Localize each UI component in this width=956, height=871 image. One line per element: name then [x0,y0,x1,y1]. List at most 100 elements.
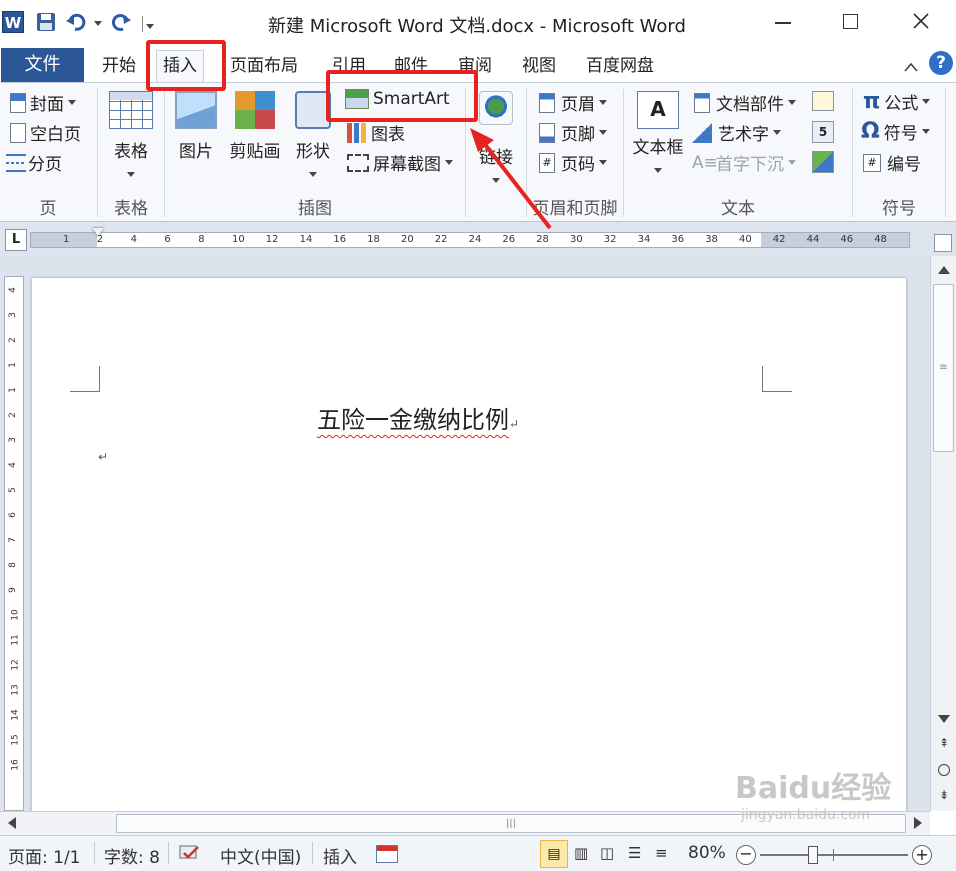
vertical-ruler-tick-label: 4 [7,462,18,468]
date-time-icon[interactable]: 5 [812,121,834,143]
quick-parts-label: 文档部件 [716,95,784,115]
ruler-tick-label: 12 [265,234,279,245]
tab-view-label: 视图 [522,56,556,76]
proofing-icon[interactable] [178,844,202,864]
group-illustrations-label: 插图 [298,199,332,219]
draft-view-icon[interactable]: ≡ [655,844,668,862]
browse-object-icon[interactable] [938,764,950,776]
screenshot-label: 屏幕截图 [373,155,441,175]
zoom-slider-thumb[interactable] [808,846,818,864]
header-button[interactable]: 页眉 [539,90,607,115]
tab-selector-icon[interactable]: L [5,229,27,251]
next-page-icon[interactable]: ⇟ [939,788,949,802]
web-layout-icon[interactable]: ◫ [600,844,614,862]
ruler-tick-label: 40 [739,234,752,245]
picture-button[interactable]: 图片 [172,91,220,162]
zoom-out-icon[interactable]: − [736,845,756,865]
wordart-label: 艺术字 [718,125,769,145]
tab-view[interactable]: 视图 [516,52,562,80]
tab-file[interactable]: 文件 [1,48,84,82]
wordart-button[interactable]: 艺术字 [692,120,781,145]
vertical-scrollbar[interactable]: ≡ ⇞ ⇟ [930,256,956,811]
zoom-in-icon[interactable]: + [912,845,932,865]
scroll-thumb[interactable]: ≡ [933,284,954,452]
undo-dropdown-icon[interactable] [94,21,102,26]
qat-customize-icon[interactable] [142,16,154,32]
vertical-ruler[interactable]: 4 3 2 1 1 2 3 4 5 6 7 8 9 10 11 12 13 14 15 16 [4,276,24,811]
quick-parts-button[interactable]: 文档部件 [694,90,796,115]
vertical-ruler-tick-label: 15 [10,734,21,746]
undo-icon[interactable] [66,12,88,32]
ruler-tick-label: 44 [806,234,820,245]
screenshot-icon [347,153,369,172]
scroll-down-icon[interactable] [938,715,950,723]
vertical-ruler-tick-label: 4 [7,287,18,293]
picture-icon [175,91,217,129]
zoom-slider[interactable] [760,854,908,856]
status-insert-mode[interactable]: 插入 [323,843,357,868]
minimize-icon[interactable] [775,22,791,24]
number-button[interactable]: # 编号 [863,150,921,175]
print-layout-view-icon[interactable]: ▤ [540,840,568,868]
header-icon [539,92,555,113]
insert-object-icon[interactable] [812,151,834,173]
indent-marker-icon[interactable] [92,228,104,236]
macro-record-icon[interactable] [376,845,398,863]
previous-page-icon[interactable]: ⇞ [939,736,949,750]
textbox-button[interactable]: A 文本框 [628,91,688,177]
tab-home[interactable]: 开始 [96,52,142,80]
ribbon-collapse-icon[interactable] [904,58,918,72]
vertical-ruler-tick-label: 12 [10,659,21,671]
table-button[interactable]: 表格 [106,91,156,191]
symbol-button[interactable]: Ω 符号 [861,119,930,144]
clipart-icon [235,91,275,129]
status-page-count[interactable]: 页面: 1/1 [8,843,81,868]
chart-button[interactable]: 图表 [347,120,405,145]
symbol-label: 符号 [883,124,918,144]
ribbon-separator [945,89,946,217]
signature-line-icon[interactable] [812,91,834,111]
scroll-left-icon[interactable] [8,817,16,829]
equation-button[interactable]: π 公式 [863,89,931,114]
redo-icon[interactable] [110,12,132,32]
scroll-right-icon[interactable] [914,817,922,829]
clipart-button-label: 剪贴画 [229,142,281,162]
highlight-smartart [326,70,478,122]
ruler-tick-label: 38 [705,234,718,245]
highlight-insert-tab [146,40,226,91]
vertical-ruler-tick-label: 1 [7,362,18,368]
number-icon: # [863,153,881,172]
status-word-count[interactable]: 字数: 8 [104,843,160,868]
ruler-tick-label: 22 [434,234,448,245]
save-icon[interactable] [36,12,56,32]
group-text-label: 文本 [721,199,755,219]
close-icon[interactable] [910,10,932,32]
document-heading[interactable]: 五险一金缴纳比例↵ [317,400,519,435]
status-zoom-level[interactable]: 80% [688,843,726,863]
word-app-icon[interactable]: W [2,11,24,33]
ruler-tick-label: 48 [874,234,887,245]
help-icon[interactable]: ? [929,51,953,75]
maximize-icon[interactable] [843,14,858,29]
window-title: 新建 Microsoft Word 文档.docx - Microsoft Wo… [268,16,686,37]
table-button-label: 表格 [114,142,148,162]
blank-page-button[interactable]: 空白页 [10,120,81,145]
page-break-button[interactable]: 分页 [6,150,62,175]
scroll-up-icon[interactable] [938,266,950,274]
status-language[interactable]: 中文(中国) [220,843,301,868]
baidu-watermark: Baidu经验 jingyan.baidu.com [735,763,891,823]
cover-page-button[interactable]: 封面 [10,90,76,115]
full-screen-reading-icon[interactable]: ▥ [574,844,588,862]
title-bar: W 新建 Microsoft Word 文档.docx - Microsoft … [0,0,956,46]
document-page[interactable]: 五险一金缴纳比例↵ ↵ [32,278,906,818]
ruler-tick-label: 36 [671,234,685,245]
vertical-ruler-tick-label: 10 [10,609,21,621]
screenshot-button[interactable]: 屏幕截图 [347,150,453,175]
clipart-button[interactable]: 剪贴画 [227,91,283,162]
tab-page-layout[interactable]: 页面布局 [224,52,304,80]
tab-baidu-netdisk[interactable]: 百度网盘 [580,52,660,80]
outline-view-icon[interactable]: ☰ [628,844,641,862]
ruler-toggle-icon[interactable] [934,234,952,252]
vertical-ruler-tick-label: 1 [7,387,18,393]
dropcap-button[interactable]: A≡ 首字下沉 [692,150,796,175]
